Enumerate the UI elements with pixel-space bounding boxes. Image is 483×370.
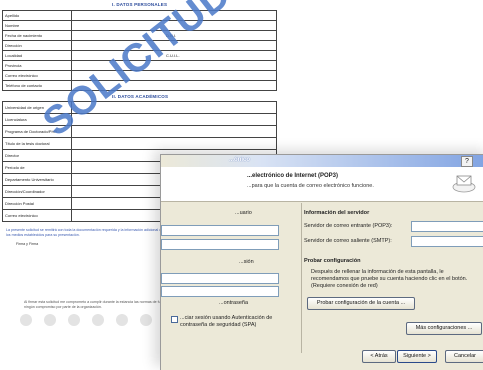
faded-icons-row xyxy=(20,314,152,326)
field-label: Director xyxy=(2,149,72,162)
field-label: Período de xyxy=(2,161,72,174)
field-label: Nombre xyxy=(2,20,72,31)
dialog-header: ...electrónico de Internet (POP3) ...par… xyxy=(161,167,483,202)
table-row: Apellido xyxy=(2,10,277,21)
dialog-titlebar: ...ónico ? xyxy=(161,155,483,167)
left-field-1[interactable] xyxy=(161,225,279,236)
faded-icon xyxy=(92,314,104,326)
mail-server-icon xyxy=(452,175,476,193)
left-field-3[interactable] xyxy=(161,273,279,284)
left-field-2[interactable] xyxy=(161,239,279,250)
next-button[interactable]: Siguiente > xyxy=(397,350,437,363)
test-settings-heading: Probar configuración xyxy=(304,258,361,264)
incoming-server-input[interactable] xyxy=(411,221,483,232)
outgoing-server-label: Servidor de correo saliente (SMTP): xyxy=(304,238,392,244)
field-label: Fecha de nacimiento xyxy=(2,30,72,41)
password-label: ...ontraseña xyxy=(219,300,249,306)
spa-checkbox[interactable] xyxy=(171,316,178,323)
faded-icon xyxy=(140,314,152,326)
field-label: Departamento Universitario xyxy=(2,173,72,186)
field-label: Correo electrónico xyxy=(2,70,72,81)
email-account-dialog: ...ónico ? ...electrónico de Internet (P… xyxy=(160,154,483,370)
faded-icon xyxy=(44,314,56,326)
table-row: Programa de Doctorado/PHP xyxy=(2,125,277,138)
section-personal-data-title: I. DATOS PERSONALES xyxy=(112,2,168,7)
dialog-title: ...ónico xyxy=(229,157,250,163)
more-settings-button[interactable]: Más configuraciones ... xyxy=(406,322,482,335)
header-title: ...electrónico de Internet (POP3) xyxy=(247,173,339,179)
field-label: Dirección/Coordinador xyxy=(2,185,72,198)
field-label: Correo electrónico xyxy=(2,209,72,222)
logon-info-label: ...sión xyxy=(239,259,254,265)
server-info-heading: Información del servidor xyxy=(304,210,370,216)
back-button[interactable]: < Atrás xyxy=(362,350,396,363)
field-label: Dirección Postal xyxy=(2,197,72,210)
field-label: Apellido xyxy=(2,10,72,21)
test-settings-description: Después de rellenar la información de es… xyxy=(311,269,468,289)
column-divider xyxy=(301,203,302,353)
help-button[interactable]: ? xyxy=(461,156,473,167)
cancel-button[interactable]: Cancelar xyxy=(445,350,483,363)
faded-icon xyxy=(68,314,80,326)
field-label: Dirección xyxy=(2,40,72,51)
incoming-server-label: Servidor de correo entrante (POP3): xyxy=(304,223,393,229)
user-info-label: ...uario xyxy=(235,210,252,216)
left-field-4[interactable] xyxy=(161,286,279,297)
faded-icon xyxy=(20,314,32,326)
field-label: Provincia xyxy=(2,60,72,71)
table-row: Título de la tesis doctoral xyxy=(2,137,277,150)
header-subtitle: ...para que la cuenta de correo electrón… xyxy=(247,183,374,189)
field-label: Localidad xyxy=(2,50,72,61)
outgoing-server-input[interactable] xyxy=(411,236,483,247)
faded-icon xyxy=(116,314,128,326)
spa-label: ...ciar sesión usando Autenticación de c… xyxy=(180,315,273,328)
test-account-button[interactable]: Probar configuración de la cuenta ... xyxy=(307,297,415,310)
